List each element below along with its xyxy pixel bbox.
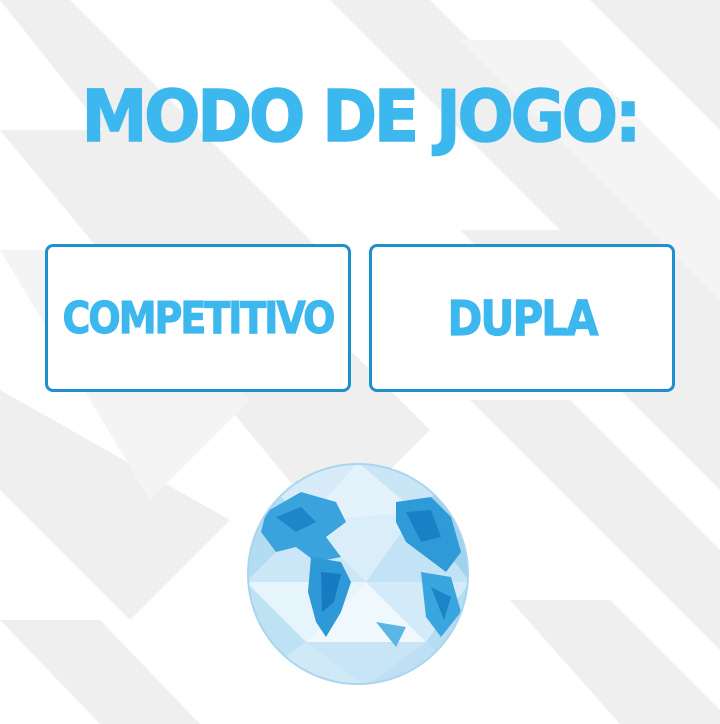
dupla-label: DUPLA — [447, 289, 599, 347]
page-title: MODO DE JOGO: — [81, 74, 642, 159]
dupla-button[interactable]: DUPLA — [369, 244, 675, 392]
competitivo-label: COMPETITIVO — [62, 292, 336, 344]
competitivo-button[interactable]: COMPETITIVO — [45, 244, 351, 392]
globe-icon — [247, 463, 469, 685]
